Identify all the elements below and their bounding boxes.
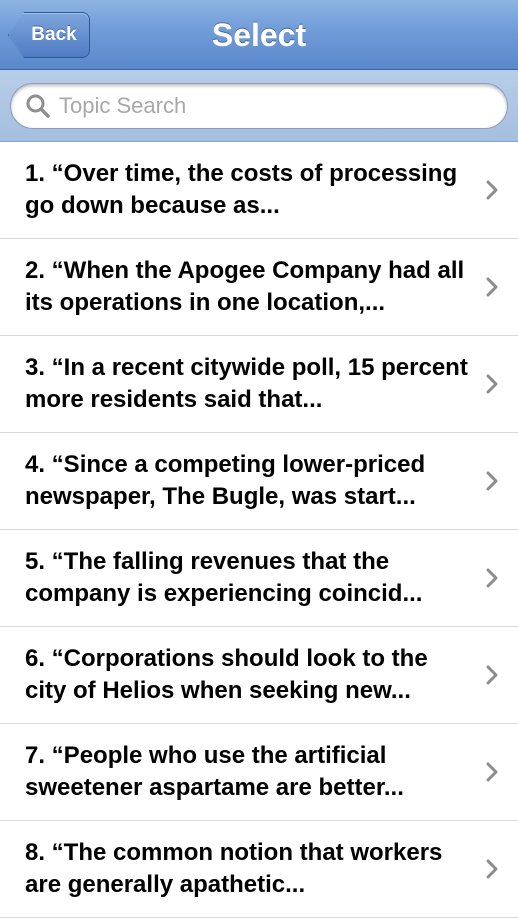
chevron-right-icon [486, 180, 498, 200]
list-item-label: 2. “When the Apogee Company had all its … [25, 257, 465, 316]
list-item[interactable]: 7. “People who use the artificial sweete… [0, 724, 518, 821]
list-item-label: 4. “Since a competing lower-priced newsp… [25, 451, 426, 510]
chevron-right-icon [486, 859, 498, 879]
list-item[interactable]: 8. “The common notion that workers are g… [0, 821, 518, 918]
list-item[interactable]: 1. “Over time, the costs of processing g… [0, 142, 518, 239]
back-button[interactable]: Back [8, 12, 90, 58]
chevron-right-icon [486, 471, 498, 491]
search-input[interactable] [59, 88, 479, 124]
list-item-label: 8. “The common notion that workers are g… [25, 839, 443, 898]
chevron-right-icon [486, 277, 498, 297]
list-item-label: 1. “Over time, the costs of processing g… [25, 160, 458, 219]
chevron-right-icon [486, 762, 498, 782]
search-bar [0, 70, 518, 142]
topic-list: 1. “Over time, the costs of processing g… [0, 142, 518, 918]
list-item-label: 5. “The falling revenues that the compan… [25, 548, 423, 607]
list-item-label: 3. “In a recent citywide poll, 15 percen… [25, 354, 468, 413]
list-item[interactable]: 6. “Corporations should look to the city… [0, 627, 518, 724]
list-item-label: 6. “Corporations should look to the city… [25, 645, 428, 704]
list-item[interactable]: 2. “When the Apogee Company had all its … [0, 239, 518, 336]
back-button-label: Back [31, 24, 77, 45]
search-field[interactable] [10, 83, 508, 129]
chevron-right-icon [486, 665, 498, 685]
navigation-bar: Back Select [0, 0, 518, 70]
list-item[interactable]: 4. “Since a competing lower-priced newsp… [0, 433, 518, 530]
chevron-right-icon [486, 568, 498, 588]
list-item[interactable]: 3. “In a recent citywide poll, 15 percen… [0, 336, 518, 433]
list-item-label: 7. “People who use the artificial sweete… [25, 742, 404, 801]
list-item[interactable]: 5. “The falling revenues that the compan… [0, 530, 518, 627]
chevron-right-icon [486, 374, 498, 394]
search-icon [26, 94, 50, 118]
